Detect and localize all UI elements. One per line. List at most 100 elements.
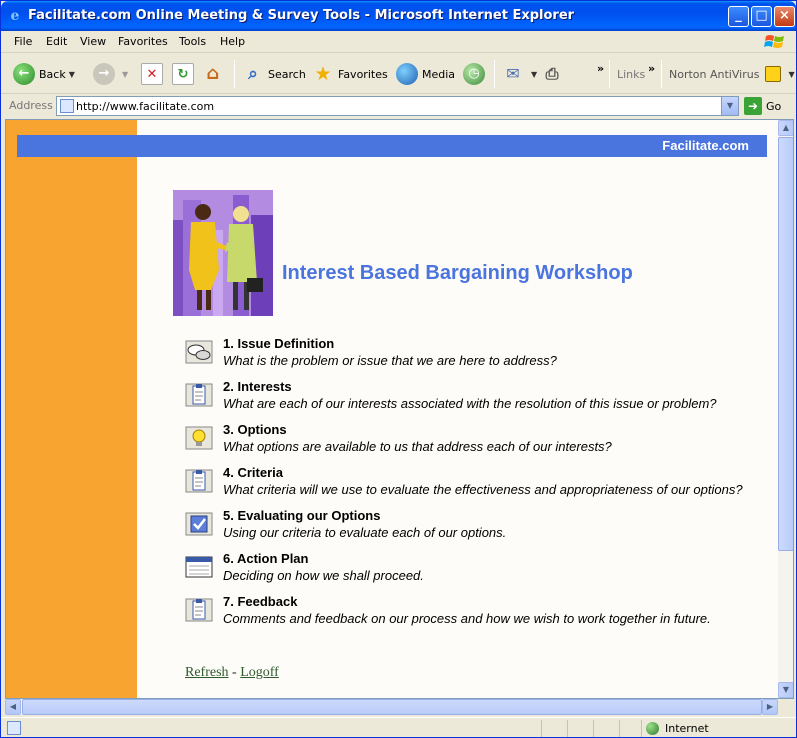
menu-favorites[interactable]: Favorites [118, 35, 168, 48]
zone-label: Internet [665, 722, 709, 735]
page-icon [60, 99, 74, 113]
vertical-scroll-thumb[interactable] [778, 137, 793, 551]
scroll-up-arrow-icon[interactable]: ▲ [778, 120, 793, 136]
dropdown-arrow-icon[interactable]: ▼ [122, 70, 128, 79]
address-label: Address [9, 99, 53, 112]
status-bar: Internet [1, 717, 796, 738]
security-zone: Internet [646, 722, 709, 735]
go-arrow-icon: ➜ [744, 97, 762, 115]
favorites-label: Favorites [338, 67, 388, 81]
scroll-left-arrow-icon[interactable]: ◀ [5, 699, 21, 715]
refresh-icon: ↻ [172, 63, 194, 85]
logoff-link[interactable]: Logoff [240, 665, 279, 680]
status-divider [593, 720, 594, 737]
clipboard-icon [185, 598, 213, 622]
internet-explorer-icon: e [10, 8, 20, 24]
step-options[interactable]: 3. Options What options are available to… [185, 422, 765, 465]
refresh-link[interactable]: Refresh [185, 665, 229, 680]
refresh-button[interactable]: ↻ [172, 60, 198, 88]
scrollbar-corner [778, 699, 794, 715]
home-button[interactable]: ⌂ [202, 60, 228, 88]
search-label: Search [268, 67, 306, 81]
step-criteria[interactable]: 4. Criteria What criteria will we use to… [185, 465, 765, 508]
links-label: Links [617, 67, 646, 81]
back-button[interactable]: ← Back ▼ [13, 60, 75, 88]
title-bar: e Facilitate.com Online Meeting & Survey… [1, 1, 796, 31]
address-bar: Address http://www.facilitate.com ▼ ➜ Go [1, 95, 796, 118]
menu-file[interactable]: File [14, 35, 32, 48]
links-chevron[interactable]: » [648, 54, 655, 82]
menu-help[interactable]: Help [220, 35, 245, 48]
step-interests[interactable]: 2. Interests What are each of our intere… [185, 379, 765, 422]
mail-button[interactable]: ✉ ▼ [502, 60, 537, 88]
address-dropdown-arrow-icon[interactable]: ▼ [721, 97, 738, 115]
scroll-right-arrow-icon[interactable]: ▶ [762, 699, 778, 715]
step-title[interactable]: 4. Criteria [223, 465, 283, 480]
go-button[interactable]: ➜ Go [744, 97, 781, 115]
print-button[interactable]: ⎙ [541, 60, 567, 88]
standard-toolbar: ← Back ▼ → ▼ ✕ ↻ ⌂ ⌕ Search ★ Favorites … [1, 54, 796, 94]
step-description: What are each of our interests associate… [223, 396, 717, 411]
address-url[interactable]: http://www.facilitate.com [76, 100, 214, 113]
step-title[interactable]: 7. Feedback [223, 594, 297, 609]
horizontal-scroll-thumb[interactable] [22, 699, 762, 715]
step-feedback[interactable]: 7. Feedback Comments and feedback on our… [185, 594, 765, 637]
status-divider [541, 720, 542, 737]
search-button[interactable]: ⌕ Search [242, 60, 306, 88]
clipboard-icon [185, 383, 213, 407]
step-title[interactable]: 1. Issue Definition [223, 336, 334, 351]
toolbar-separator [661, 60, 662, 88]
toolbar-separator [234, 60, 235, 88]
forward-arrow-icon: → [93, 63, 115, 85]
close-button[interactable]: × [774, 6, 795, 27]
back-arrow-icon: ← [13, 63, 35, 85]
media-button[interactable]: Media [396, 60, 455, 88]
page-status-icon [7, 721, 21, 735]
norton-antivirus-button[interactable]: Norton AntiVirus ▼ [669, 60, 795, 88]
step-title[interactable]: 2. Interests [223, 379, 292, 394]
links-button[interactable]: Links [617, 60, 645, 88]
footer-links: Refresh - Logoff [185, 665, 279, 681]
minimize-button[interactable]: _ [728, 6, 749, 27]
vertical-scrollbar[interactable]: ▲ ▼ [778, 120, 793, 698]
windows-logo-icon [764, 35, 784, 48]
step-title[interactable]: 5. Evaluating our Options [223, 508, 380, 523]
dropdown-arrow-icon[interactable]: ▼ [531, 70, 537, 79]
page-viewport: Facilitate.com Interest Based Bargaining… [5, 119, 794, 699]
step-description: Comments and feedback on our process and… [223, 611, 711, 626]
clipboard-icon [185, 469, 213, 493]
step-issue-definition[interactable]: 1. Issue Definition What is the problem … [185, 336, 765, 379]
window-title: Facilitate.com Online Meeting & Survey T… [28, 8, 575, 23]
scroll-down-arrow-icon[interactable]: ▼ [778, 682, 793, 698]
menu-tools[interactable]: Tools [179, 35, 206, 48]
status-divider [641, 720, 642, 737]
internet-globe-icon [646, 722, 659, 735]
status-divider [567, 720, 568, 737]
dropdown-arrow-icon[interactable]: ▼ [788, 70, 794, 79]
page-title: Interest Based Bargaining Workshop [282, 262, 633, 284]
forward-button[interactable]: → ▼ [93, 60, 128, 88]
step-action-plan[interactable]: 6. Action Plan Deciding on how we shall … [185, 551, 765, 594]
favorites-button[interactable]: ★ Favorites [312, 60, 388, 88]
menu-bar: File Edit View Favorites Tools Help [1, 31, 796, 53]
browser-window: e Facilitate.com Online Meeting & Survey… [0, 0, 797, 738]
maximize-button[interactable]: □ [751, 6, 772, 27]
search-icon: ⌕ [248, 64, 258, 84]
step-title[interactable]: 3. Options [223, 422, 287, 437]
lightbulb-icon [185, 426, 213, 450]
step-evaluating-options[interactable]: 5. Evaluating our Options Using our crit… [185, 508, 765, 551]
stop-button[interactable]: ✕ [141, 60, 167, 88]
menu-view[interactable]: View [80, 35, 106, 48]
dropdown-arrow-icon[interactable]: ▼ [69, 70, 75, 79]
history-button[interactable]: ◷ [463, 60, 489, 88]
norton-shield-icon [765, 66, 782, 82]
media-globe-icon [396, 63, 418, 85]
horizontal-scrollbar[interactable]: ◀ ▶ [5, 699, 778, 715]
step-description: Deciding on how we shall proceed. [223, 568, 424, 583]
address-input[interactable]: http://www.facilitate.com ▼ [56, 96, 739, 116]
step-title[interactable]: 6. Action Plan [223, 551, 308, 566]
speech-bubbles-icon [185, 340, 213, 364]
toolbar-chevron[interactable]: » [597, 54, 604, 82]
toolbar-separator [494, 60, 495, 88]
menu-edit[interactable]: Edit [46, 35, 67, 48]
